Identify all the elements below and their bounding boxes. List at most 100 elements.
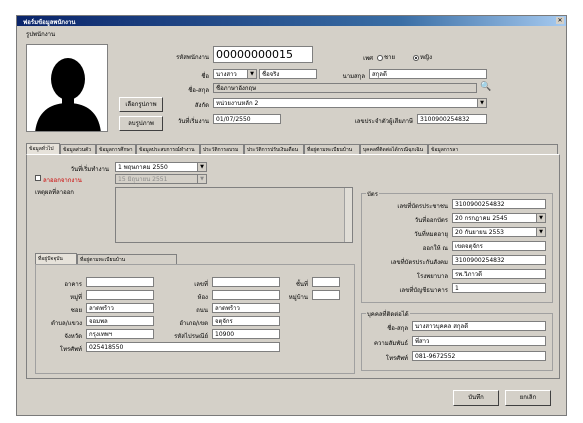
hospital-label: โรงพยาบาล [416, 273, 448, 280]
search-icon[interactable]: 🔍 [480, 82, 491, 92]
room-field[interactable] [212, 290, 280, 300]
road-field[interactable]: ลาดพร้าว [212, 303, 280, 313]
tab-personal[interactable]: ข้อมูลส่วนตัว [60, 144, 96, 154]
issue-month: กรกฎาคม [464, 215, 491, 222]
delete-photo-button[interactable]: ลบรูปภาพ [119, 116, 163, 131]
expire-date-label: วันที่หมดอายุ [414, 231, 448, 238]
address-panel: อาคาร หมู่ที่ ซอย ลาดพร้าว ตำบล/แขวง จอม… [35, 264, 355, 374]
tambon-field[interactable]: จอมพล [86, 316, 154, 326]
social-security-label: เลขที่บัตรประกันสังคม [390, 259, 448, 266]
expire-year: 2553 [488, 229, 505, 236]
dept-value: หน่วยงานหลัก 2 [216, 100, 259, 107]
dept-select[interactable]: หน่วยงานหลัก 2 ▼ [213, 98, 487, 108]
name-label: ชื่อ [201, 73, 209, 80]
tab-general[interactable]: ข้อมูลทั่วไป [26, 143, 60, 154]
start-month: พฤษภาคม [123, 164, 151, 171]
calendar-dropdown-icon[interactable]: ▼ [536, 228, 545, 236]
province-field[interactable]: กรุงเทพฯ [86, 329, 154, 339]
contact-relation-field[interactable]: พี่สาว [412, 336, 546, 346]
bank-account-label: เลขที่บัญชีธนาคาร [399, 287, 448, 294]
building-label: อาคาร [64, 281, 82, 288]
postal-field[interactable]: 10900 [212, 329, 280, 339]
resign-label: ลาออกจากงาน [43, 177, 82, 184]
tab-salary[interactable]: ประวัติการปรับเงินเดือน [244, 144, 304, 154]
calendar-dropdown-icon[interactable]: ▼ [536, 214, 545, 222]
tax-id-field[interactable]: 3100900254832 [417, 114, 487, 124]
emp-code-label: รหัสพนักงาน [176, 54, 209, 61]
building-field[interactable] [86, 277, 154, 287]
radio-selected-icon [413, 54, 419, 61]
general-panel: วันที่เริ่มทำงาน 1 พฤษภาคม 2550 ▼ ลาออกจ… [26, 154, 560, 379]
vertical-scrollbar[interactable] [344, 188, 352, 242]
chevron-down-icon[interactable]: ▼ [477, 99, 486, 107]
employee-photo [26, 44, 108, 132]
resign-day: 15 [118, 176, 126, 183]
id-card-field[interactable]: 3100900254832 [452, 199, 546, 209]
tab-address[interactable]: ที่อยู่ตามทะเบียนบ้าน [304, 144, 360, 154]
calendar-dropdown-icon[interactable]: ▼ [197, 175, 206, 183]
cancel-button[interactable]: ยกเลิก [505, 390, 551, 406]
firstname-field[interactable]: ชื่อจริง [259, 69, 317, 79]
hospital-field[interactable]: รพ.วิภาวดี [452, 269, 546, 279]
close-icon[interactable]: ✕ [556, 17, 564, 24]
prefix-select[interactable]: นางสาว ▼ [213, 69, 257, 79]
issued-at-label: ออกให้ ณ [422, 245, 448, 252]
tab-leave[interactable]: ข้อมูลการลา [428, 144, 558, 154]
soi-field[interactable]: ลาดพร้าว [86, 303, 154, 313]
resign-year: 2551 [152, 176, 168, 183]
sex-radio-male[interactable]: ชาย [377, 52, 395, 62]
issue-date-picker[interactable]: 20 กรกฎาคม 2545 ▼ [452, 213, 546, 223]
select-photo-button[interactable]: เลือกรูปภาพ [119, 97, 163, 112]
start-work-field[interactable]: 01/07/2550 [213, 114, 281, 124]
amphoe-field[interactable]: จตุจักร [212, 316, 280, 326]
resign-checkbox[interactable] [35, 175, 41, 181]
soi-label: ซอย [70, 307, 82, 314]
subtab-current-address[interactable]: ที่อยู่ปัจจุบัน [35, 253, 77, 264]
employee-window: ฟอร์มข้อมูลพนักงาน ✕ รูปพนักงาน เลือกรูป… [16, 15, 567, 416]
radio-icon [377, 54, 383, 61]
bank-account-field[interactable]: 1 [452, 283, 546, 293]
prefix-value: นางสาว [216, 71, 237, 78]
start-day: 1 [118, 164, 122, 171]
phone-field[interactable]: 025418550 [86, 342, 280, 352]
tab-education[interactable]: ข้อมูลการศึกษา [96, 144, 136, 154]
moo-label: หมู่ที่ [70, 294, 82, 301]
start-date-label: วันที่เริ่มทำงาน [70, 166, 109, 173]
no-field[interactable] [212, 277, 280, 287]
village-field[interactable] [312, 290, 340, 300]
village-label: หมู่บ้าน [288, 294, 308, 301]
start-date-picker[interactable]: 1 พฤษภาคม 2550 ▼ [115, 162, 207, 172]
tab-experience[interactable]: ข้อมูลประสบการณ์ทำงาน [136, 144, 200, 154]
save-button[interactable]: บันทึก [453, 390, 499, 406]
no-label: เลขที่ [194, 281, 208, 288]
sex-radio-female[interactable]: หญิง [413, 52, 432, 62]
sex-label: เพศ [363, 55, 373, 62]
tab-training[interactable]: ประวัติการอบรม [200, 144, 244, 154]
id-card-label: เลขที่บัตรประชาชน [397, 203, 448, 210]
calendar-dropdown-icon[interactable]: ▼ [197, 163, 206, 171]
lastname-field[interactable]: สกุลดี [369, 69, 487, 79]
contact-phone-field[interactable]: 081-9672552 [412, 351, 546, 361]
english-name-field[interactable]: ชื่อภาษาอังกฤษ [213, 83, 477, 93]
expire-day: 20 [455, 229, 463, 236]
tab-emergency[interactable]: บุคคลที่ติดต่อได้กรณีฉุกเฉิน [360, 144, 428, 154]
resign-date-picker[interactable]: 15 มิถุนายน 2551 ▼ [115, 174, 207, 184]
contact-name-field[interactable]: นางสาวบุคคล สกุลดี [412, 321, 546, 331]
start-year: 2550 [152, 164, 168, 171]
reason-textarea[interactable] [115, 187, 353, 243]
road-label: ถนน [196, 307, 208, 314]
social-security-field[interactable]: 3100900254832 [452, 255, 546, 265]
expire-date-picker[interactable]: 20 กันยายน 2553 ▼ [452, 227, 546, 237]
chevron-down-icon[interactable]: ▼ [247, 70, 256, 78]
emp-code-field[interactable]: 00000000015 [213, 46, 313, 63]
issued-at-field[interactable]: เขตจตุจักร [452, 241, 546, 251]
floor-field[interactable] [312, 277, 340, 287]
photo-caption: รูปพนักงาน [26, 31, 56, 38]
resign-month: มิถุนายน [127, 176, 151, 183]
sex-option-male-label: ชาย [384, 54, 395, 61]
english-name-label: ชื่อ-สกุล [188, 87, 209, 94]
title-bar: ฟอร์มข้อมูลพนักงาน ✕ [17, 16, 566, 26]
subtab-registered-address[interactable]: ที่อยู่ตามทะเบียนบ้าน [77, 254, 177, 264]
moo-field[interactable] [86, 290, 154, 300]
start-work-label: วันที่เริ่มงาน [177, 118, 209, 125]
